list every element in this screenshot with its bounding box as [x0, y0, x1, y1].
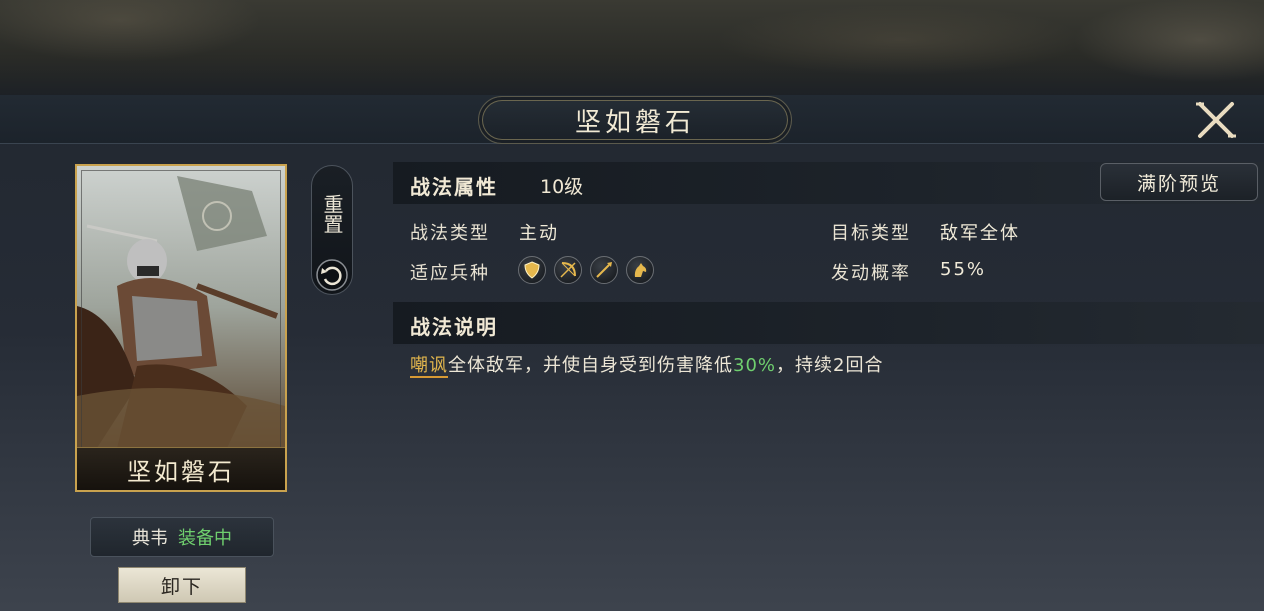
equip-status: 装备中: [178, 528, 232, 549]
close-icon: [1196, 102, 1236, 138]
full-preview-button[interactable]: 满阶预览: [1100, 163, 1258, 201]
reset-button[interactable]: 重置: [311, 165, 353, 295]
trigger-rate-value: 55%: [940, 259, 987, 280]
description-title: 战法说明: [410, 315, 498, 339]
unequip-button[interactable]: 卸下: [118, 567, 246, 603]
equipped-badge: 典韦 装备中: [90, 517, 274, 557]
background-scene: [0, 0, 1264, 95]
spear-icon: [590, 256, 618, 284]
attributes-title: 战法属性: [410, 175, 498, 199]
skill-type-value: 主动: [519, 223, 559, 244]
troop-type-label: 适应兵种: [410, 263, 490, 284]
skill-description: 嘲讽全体敌军，并使自身受到伤害降低30%，持续2回合: [410, 355, 884, 378]
troop-type-icons: [518, 256, 654, 284]
card-name-bar: 坚如磐石: [77, 447, 285, 490]
description-header: [393, 302, 1264, 344]
skill-level: 10级: [540, 176, 584, 198]
taunt-keyword-link[interactable]: 嘲讽: [410, 355, 448, 378]
bow-icon: [554, 256, 582, 284]
reset-label: 重置: [320, 194, 344, 234]
shield-icon: [518, 256, 546, 284]
page-title: 坚如磐石: [574, 107, 695, 138]
title-plaque: 坚如磐石: [478, 96, 792, 144]
card-name: 坚如磐石: [127, 457, 235, 486]
horse-icon: [626, 256, 654, 284]
target-type-label: 目标类型: [831, 223, 911, 244]
damage-reduction-value: 30%: [733, 355, 777, 376]
skill-type-label: 战法类型: [410, 223, 490, 244]
undo-icon: [316, 259, 348, 291]
trigger-rate-label: 发动概率: [831, 263, 911, 284]
close-button[interactable]: [1194, 100, 1238, 140]
target-type-value: 敌军全体: [940, 223, 1020, 244]
general-name: 典韦: [132, 528, 168, 549]
skill-card: 坚如磐石: [75, 164, 287, 492]
